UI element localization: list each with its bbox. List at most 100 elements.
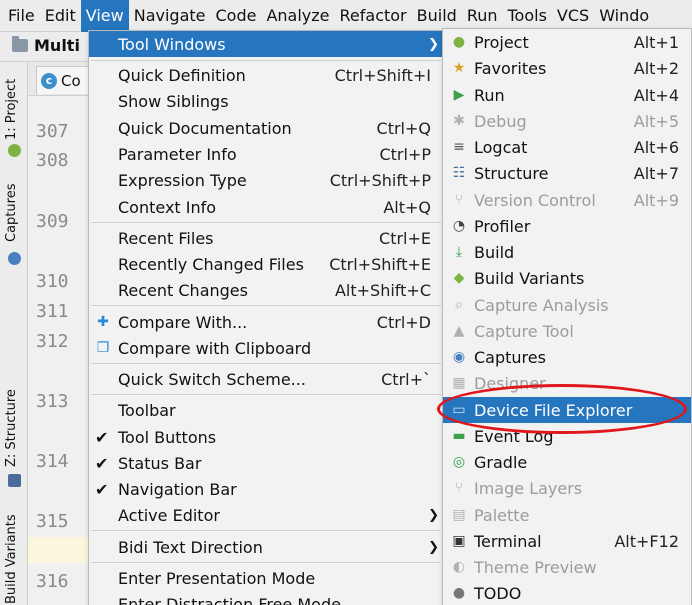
tool-window-logcat[interactable]: ≡ Logcat Alt+6 — [443, 134, 691, 160]
tool-window-captures[interactable]: ◉ Captures — [443, 344, 691, 370]
side-tab-project[interactable]: 1: Project — [4, 79, 19, 140]
capture-tool-icon: ▲ — [453, 323, 465, 339]
android-icon: ◆ — [453, 270, 465, 286]
submenu-arrow-icon: ❯ — [428, 36, 439, 52]
menu-item-recent-changes[interactable]: Recent Changes Alt+Shift+C — [89, 277, 443, 303]
line-number: 307 — [36, 121, 69, 142]
android-project-icon: ● — [452, 34, 466, 50]
menu-item-navigation-bar[interactable]: ✔ Navigation Bar — [89, 476, 443, 502]
menu-item-quick-documentation[interactable]: Quick Documentation Ctrl+Q — [89, 115, 443, 141]
side-tab-build-variants[interactable]: Build Variants — [4, 514, 19, 604]
device-file-icon: ▭ — [452, 402, 466, 418]
event-log-icon: ▬ — [452, 428, 466, 444]
menu-separator — [91, 60, 441, 61]
menu-separator — [91, 222, 441, 223]
tool-window-designer[interactable]: ▦ Designer — [443, 370, 691, 396]
submenu-arrow-icon: ❯ — [428, 507, 439, 523]
menu-file[interactable]: File — [0, 0, 40, 32]
menu-item-distraction-free-mode[interactable]: Enter Distraction Free Mode — [89, 591, 443, 605]
project-breadcrumb[interactable]: Multi — [12, 36, 80, 55]
menu-item-presentation-mode[interactable]: Enter Presentation Mode — [89, 565, 443, 591]
menu-vcs[interactable]: VCS — [552, 0, 594, 32]
menu-item-context-info[interactable]: Context Info Alt+Q — [89, 194, 443, 220]
menu-item-quick-switch-scheme[interactable]: Quick Switch Scheme... Ctrl+` — [89, 366, 443, 392]
menu-code[interactable]: Code — [211, 0, 262, 32]
tool-window-event-log[interactable]: ▬ Event Log — [443, 423, 691, 449]
menu-view[interactable]: View — [80, 0, 129, 32]
structure-icon: ☷ — [452, 165, 466, 181]
theme-preview-icon: ◐ — [452, 559, 466, 575]
build-icon: ⤓ — [455, 244, 463, 260]
menu-item-toolbar[interactable]: Toolbar — [89, 397, 443, 423]
tool-window-device-file-explorer[interactable]: ▭ Device File Explorer — [443, 397, 691, 423]
checkmark-icon: ✔ — [95, 453, 109, 473]
designer-icon: ▦ — [452, 375, 466, 391]
tool-window-structure[interactable]: ☷ Structure Alt+7 — [443, 160, 691, 186]
side-tab-structure[interactable]: Z: Structure — [4, 389, 19, 467]
tool-window-debug[interactable]: ✱ Debug Alt+5 — [443, 108, 691, 134]
menu-separator — [91, 562, 441, 563]
terminal-icon: ▣ — [452, 533, 466, 549]
menu-item-recent-files[interactable]: Recent Files Ctrl+E — [89, 225, 443, 251]
tool-window-run[interactable]: ▶ Run Alt+4 — [443, 82, 691, 108]
menu-item-parameter-info[interactable]: Parameter Info Ctrl+P — [89, 141, 443, 167]
tool-window-build[interactable]: ⤓ Build — [443, 239, 691, 265]
menu-item-active-editor[interactable]: Active Editor ❯ — [89, 502, 443, 528]
todo-icon: ● — [452, 585, 466, 601]
menu-edit[interactable]: Edit — [40, 0, 81, 32]
line-number: 315 — [36, 511, 69, 532]
structure-icon — [8, 474, 21, 487]
line-number: 308 — [36, 150, 69, 171]
menu-run[interactable]: Run — [462, 0, 503, 32]
tool-window-palette[interactable]: ▤ Palette — [443, 502, 691, 528]
tool-window-project[interactable]: ● Project Alt+1 — [443, 29, 691, 55]
tool-windows-submenu: ● Project Alt+1 ★ Favorites Alt+2 ▶ Run … — [442, 28, 692, 605]
submenu-arrow-icon: ❯ — [428, 539, 439, 555]
menu-item-status-bar[interactable]: ✔ Status Bar — [89, 450, 443, 476]
tool-window-image-layers[interactable]: ⑂ Image Layers — [443, 475, 691, 501]
menu-item-show-siblings[interactable]: Show Siblings — [89, 88, 443, 114]
folder-icon — [12, 36, 28, 52]
menu-build[interactable]: Build — [412, 0, 462, 32]
menu-window[interactable]: Windo — [594, 0, 654, 32]
line-number: 310 — [36, 271, 69, 292]
menu-item-recently-changed-files[interactable]: Recently Changed Files Ctrl+Shift+E — [89, 251, 443, 277]
line-number: 309 — [36, 211, 69, 232]
compare-arrows-icon: ✚ — [97, 314, 109, 330]
menu-separator — [91, 305, 441, 306]
menu-analyze[interactable]: Analyze — [261, 0, 334, 32]
editor-tab[interactable]: c Co — [36, 66, 96, 94]
play-icon: ▶ — [453, 87, 465, 103]
logcat-icon: ≡ — [453, 139, 465, 155]
tool-window-theme-preview[interactable]: ◐ Theme Preview — [443, 554, 691, 580]
side-tab-captures[interactable]: Captures — [4, 184, 19, 242]
tool-window-gradle[interactable]: ◎ Gradle — [443, 449, 691, 475]
menu-separator — [91, 363, 441, 364]
menu-item-quick-definition[interactable]: Quick Definition Ctrl+Shift+I — [89, 62, 443, 88]
menu-navigate[interactable]: Navigate — [129, 0, 211, 32]
android-icon — [8, 144, 21, 157]
tool-window-todo[interactable]: ● TODO — [443, 580, 691, 605]
bug-icon: ✱ — [453, 113, 465, 129]
clipboard-compare-icon: ❐ — [96, 340, 110, 356]
menu-tools[interactable]: Tools — [503, 0, 552, 32]
menu-item-expression-type[interactable]: Expression Type Ctrl+Shift+P — [89, 167, 443, 193]
tool-window-capture-tool[interactable]: ▲ Capture Tool — [443, 318, 691, 344]
menu-item-tool-windows[interactable]: Tool Windows ❯ — [89, 31, 443, 57]
line-number: 311 — [36, 301, 69, 322]
menu-item-compare-clipboard[interactable]: ❐ Compare with Clipboard — [89, 335, 443, 361]
project-name: Multi — [34, 36, 80, 55]
tool-window-build-variants[interactable]: ◆ Build Variants — [443, 265, 691, 291]
menu-item-tool-buttons[interactable]: ✔ Tool Buttons — [89, 424, 443, 450]
menu-separator — [91, 394, 441, 395]
tool-window-version-control[interactable]: ⑂ Version Control Alt+9 — [443, 187, 691, 213]
tool-window-terminal[interactable]: ▣ Terminal Alt+F12 — [443, 528, 691, 554]
editor-tab-label: Co — [61, 71, 81, 90]
tool-window-capture-analysis[interactable]: ⌕ Capture Analysis — [443, 292, 691, 318]
menu-refactor[interactable]: Refactor — [335, 0, 412, 32]
menu-item-compare-with[interactable]: ✚ Compare With... Ctrl+D — [89, 309, 443, 335]
tool-window-favorites[interactable]: ★ Favorites Alt+2 — [443, 55, 691, 81]
line-number: 314 — [36, 451, 69, 472]
tool-window-profiler[interactable]: ◔ Profiler — [443, 213, 691, 239]
menu-item-bidi-text-direction[interactable]: Bidi Text Direction ❯ — [89, 534, 443, 560]
